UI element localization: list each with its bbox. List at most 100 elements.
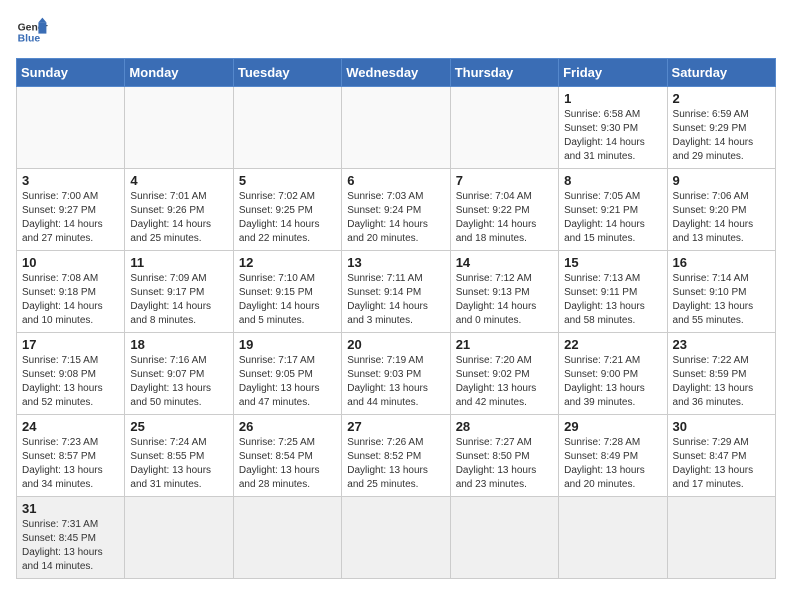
calendar-cell: 4 Sunrise: 7:01 AM Sunset: 9:26 PM Daylig… <box>125 169 233 251</box>
calendar-cell: 14 Sunrise: 7:12 AM Sunset: 9:13 PM Dayli… <box>450 251 558 333</box>
day-info: Sunrise: 7:08 AM Sunset: 9:18 PM Dayligh… <box>22 272 119 328</box>
calendar-cell <box>342 497 450 579</box>
calendar-cell: 12 Sunrise: 7:10 AM Sunset: 9:15 PM Dayli… <box>233 251 341 333</box>
calendar-cell: 1 Sunrise: 6:58 AM Sunset: 9:30 PM Daylig… <box>559 87 667 169</box>
day-info: Sunrise: 7:12 AM Sunset: 9:13 PM Dayligh… <box>456 272 553 328</box>
calendar-cell: 8Sunrise: 7:05 AM Sunset: 9:21 PM Daylig… <box>559 169 667 251</box>
calendar-header: SundayMondayTuesdayWednesdayThursdayFrid… <box>17 59 776 87</box>
day-number: 2 <box>673 91 770 106</box>
day-info: Sunrise: 7:01 AM Sunset: 9:26 PM Dayligh… <box>130 190 227 246</box>
day-number: 16 <box>673 255 770 270</box>
calendar-cell <box>125 87 233 169</box>
day-info: Sunrise: 7:26 AM Sunset: 8:52 PM Dayligh… <box>347 436 444 492</box>
day-number: 14 <box>456 255 553 270</box>
calendar-cell <box>125 497 233 579</box>
day-number: 9 <box>673 173 770 188</box>
day-number: 29 <box>564 419 661 434</box>
weekday-friday: Friday <box>559 59 667 87</box>
calendar-cell: 16 Sunrise: 7:14 AM Sunset: 9:10 PM Dayli… <box>667 251 775 333</box>
day-info: Sunrise: 7:03 AM Sunset: 9:24 PM Dayligh… <box>347 190 444 246</box>
calendar-cell <box>450 497 558 579</box>
day-number: 4 <box>130 173 227 188</box>
day-info: Sunrise: 7:24 AM Sunset: 8:55 PM Dayligh… <box>130 436 227 492</box>
calendar-cell: 18 Sunrise: 7:16 AM Sunset: 9:07 PM Dayli… <box>125 333 233 415</box>
calendar-cell <box>559 497 667 579</box>
calendar-cell: 10 Sunrise: 7:08 AM Sunset: 9:18 PM Dayli… <box>17 251 125 333</box>
day-number: 22 <box>564 337 661 352</box>
logo: General Blue <box>16 16 52 48</box>
weekday-monday: Monday <box>125 59 233 87</box>
day-number: 17 <box>22 337 119 352</box>
day-number: 18 <box>130 337 227 352</box>
day-info: Sunrise: 7:06 AM Sunset: 9:20 PM Dayligh… <box>673 190 770 246</box>
calendar-cell: 29 Sunrise: 7:28 AM Sunset: 8:49 PM Dayli… <box>559 415 667 497</box>
calendar-cell: 21Sunrise: 7:20 AM Sunset: 9:02 PM Dayli… <box>450 333 558 415</box>
day-number: 11 <box>130 255 227 270</box>
calendar-cell: 27Sunrise: 7:26 AM Sunset: 8:52 PM Dayli… <box>342 415 450 497</box>
calendar-cell <box>667 497 775 579</box>
day-info: Sunrise: 7:15 AM Sunset: 9:08 PM Dayligh… <box>22 354 119 410</box>
day-number: 31 <box>22 501 119 516</box>
day-number: 8 <box>564 173 661 188</box>
calendar-cell: 19 Sunrise: 7:17 AM Sunset: 9:05 PM Dayli… <box>233 333 341 415</box>
calendar-cell: 20 Sunrise: 7:19 AM Sunset: 9:03 PM Dayli… <box>342 333 450 415</box>
day-number: 12 <box>239 255 336 270</box>
day-info: Sunrise: 6:58 AM Sunset: 9:30 PM Dayligh… <box>564 108 661 164</box>
calendar-cell: 30 Sunrise: 7:29 AM Sunset: 8:47 PM Dayli… <box>667 415 775 497</box>
day-info: Sunrise: 7:04 AM Sunset: 9:22 PM Dayligh… <box>456 190 553 246</box>
day-number: 19 <box>239 337 336 352</box>
weekday-wednesday: Wednesday <box>342 59 450 87</box>
calendar-week-row: 17 Sunrise: 7:15 AM Sunset: 9:08 PM Dayli… <box>17 333 776 415</box>
calendar-cell: 31 Sunrise: 7:31 AM Sunset: 8:45 PM Dayli… <box>17 497 125 579</box>
weekday-thursday: Thursday <box>450 59 558 87</box>
weekday-tuesday: Tuesday <box>233 59 341 87</box>
day-number: 1 <box>564 91 661 106</box>
calendar-cell: 11 Sunrise: 7:09 AM Sunset: 9:17 PM Dayli… <box>125 251 233 333</box>
day-info: Sunrise: 7:13 AM Sunset: 9:11 PM Dayligh… <box>564 272 661 328</box>
calendar-cell: 2 Sunrise: 6:59 AM Sunset: 9:29 PM Daylig… <box>667 87 775 169</box>
calendar-week-row: 31 Sunrise: 7:31 AM Sunset: 8:45 PM Dayli… <box>17 497 776 579</box>
calendar-week-row: 24 Sunrise: 7:23 AM Sunset: 8:57 PM Dayli… <box>17 415 776 497</box>
calendar-cell <box>342 87 450 169</box>
day-info: Sunrise: 7:29 AM Sunset: 8:47 PM Dayligh… <box>673 436 770 492</box>
day-info: Sunrise: 7:20 AM Sunset: 9:02 PM Dayligh… <box>456 354 553 410</box>
day-number: 25 <box>130 419 227 434</box>
day-info: Sunrise: 7:19 AM Sunset: 9:03 PM Dayligh… <box>347 354 444 410</box>
calendar-week-row: 3Sunrise: 7:00 AM Sunset: 9:27 PM Daylig… <box>17 169 776 251</box>
day-info: Sunrise: 7:23 AM Sunset: 8:57 PM Dayligh… <box>22 436 119 492</box>
day-info: Sunrise: 7:31 AM Sunset: 8:45 PM Dayligh… <box>22 518 119 574</box>
calendar-cell: 13Sunrise: 7:11 AM Sunset: 9:14 PM Dayli… <box>342 251 450 333</box>
page-header: General Blue <box>16 16 776 48</box>
calendar-cell: 3Sunrise: 7:00 AM Sunset: 9:27 PM Daylig… <box>17 169 125 251</box>
day-info: Sunrise: 7:09 AM Sunset: 9:17 PM Dayligh… <box>130 272 227 328</box>
day-info: Sunrise: 7:10 AM Sunset: 9:15 PM Dayligh… <box>239 272 336 328</box>
calendar-cell <box>17 87 125 169</box>
calendar-cell: 7 Sunrise: 7:04 AM Sunset: 9:22 PM Daylig… <box>450 169 558 251</box>
calendar-cell <box>233 497 341 579</box>
calendar-cell: 24 Sunrise: 7:23 AM Sunset: 8:57 PM Dayli… <box>17 415 125 497</box>
calendar-week-row: 10 Sunrise: 7:08 AM Sunset: 9:18 PM Dayli… <box>17 251 776 333</box>
day-number: 5 <box>239 173 336 188</box>
weekday-saturday: Saturday <box>667 59 775 87</box>
day-number: 15 <box>564 255 661 270</box>
day-info: Sunrise: 7:00 AM Sunset: 9:27 PM Dayligh… <box>22 190 119 246</box>
calendar-cell: 25 Sunrise: 7:24 AM Sunset: 8:55 PM Dayli… <box>125 415 233 497</box>
day-number: 24 <box>22 419 119 434</box>
day-number: 7 <box>456 173 553 188</box>
calendar-cell: 22 Sunrise: 7:21 AM Sunset: 9:00 PM Dayli… <box>559 333 667 415</box>
day-info: Sunrise: 7:22 AM Sunset: 8:59 PM Dayligh… <box>673 354 770 410</box>
calendar-cell: 9 Sunrise: 7:06 AM Sunset: 9:20 PM Daylig… <box>667 169 775 251</box>
day-info: Sunrise: 7:16 AM Sunset: 9:07 PM Dayligh… <box>130 354 227 410</box>
calendar-cell: 26Sunrise: 7:25 AM Sunset: 8:54 PM Dayli… <box>233 415 341 497</box>
day-info: Sunrise: 6:59 AM Sunset: 9:29 PM Dayligh… <box>673 108 770 164</box>
day-number: 30 <box>673 419 770 434</box>
day-number: 10 <box>22 255 119 270</box>
calendar-cell: 23 Sunrise: 7:22 AM Sunset: 8:59 PM Dayli… <box>667 333 775 415</box>
day-info: Sunrise: 7:21 AM Sunset: 9:00 PM Dayligh… <box>564 354 661 410</box>
day-info: Sunrise: 7:14 AM Sunset: 9:10 PM Dayligh… <box>673 272 770 328</box>
day-info: Sunrise: 7:25 AM Sunset: 8:54 PM Dayligh… <box>239 436 336 492</box>
day-info: Sunrise: 7:28 AM Sunset: 8:49 PM Dayligh… <box>564 436 661 492</box>
day-number: 23 <box>673 337 770 352</box>
day-number: 20 <box>347 337 444 352</box>
day-info: Sunrise: 7:17 AM Sunset: 9:05 PM Dayligh… <box>239 354 336 410</box>
